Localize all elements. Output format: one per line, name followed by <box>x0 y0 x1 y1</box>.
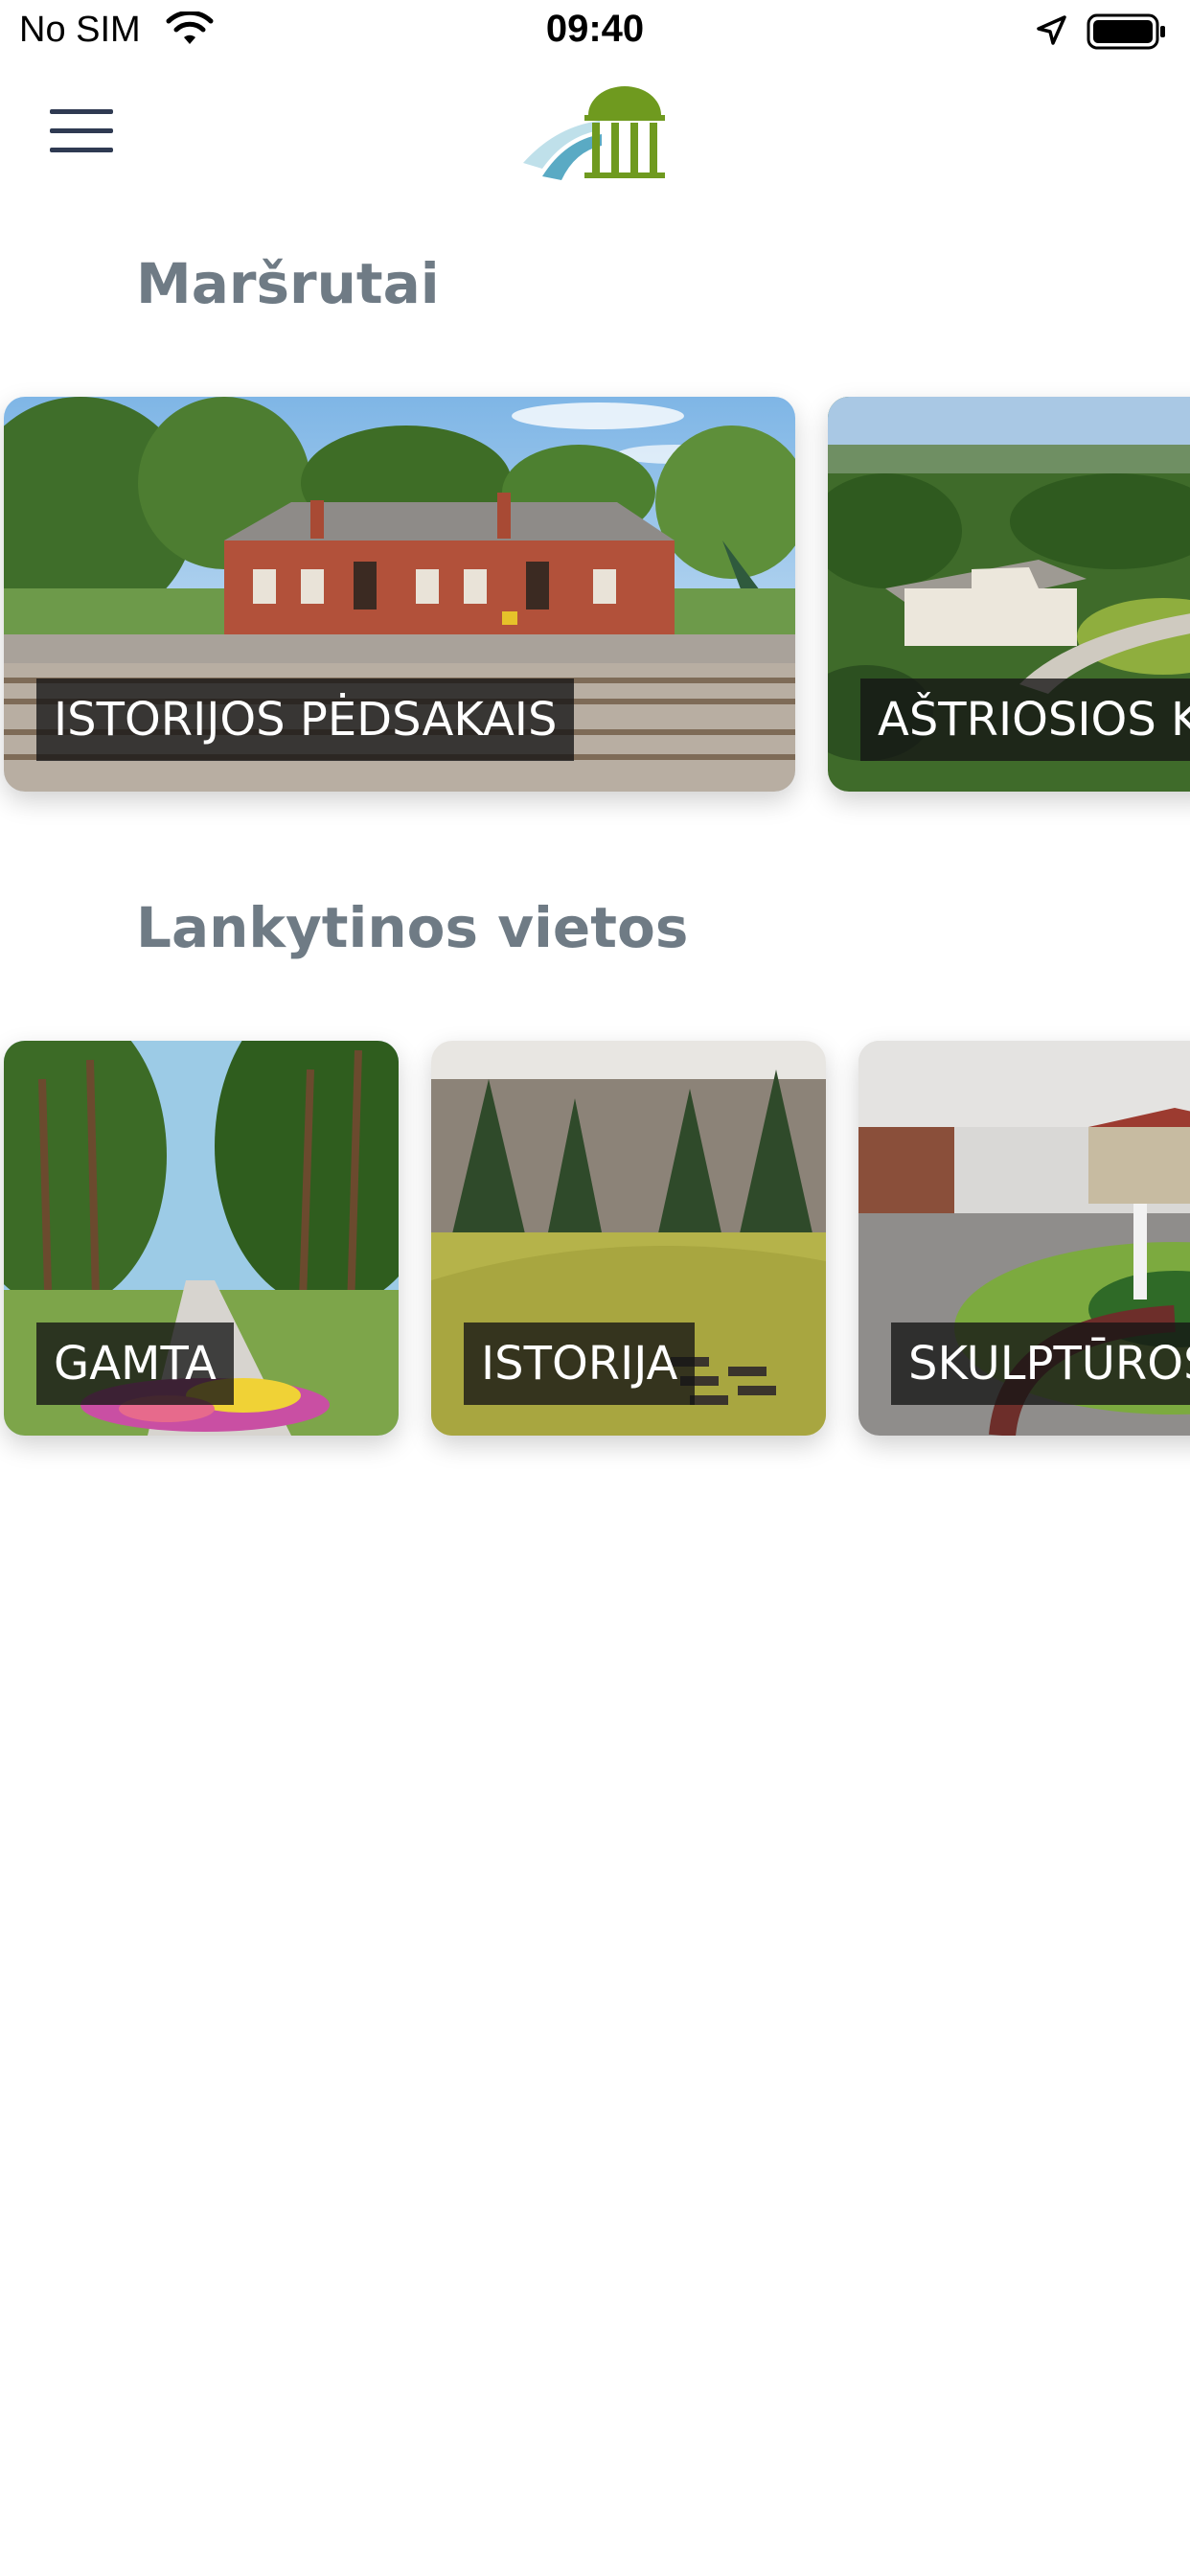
routes-section-title: Maršrutai <box>136 251 440 316</box>
place-card-nature[interactable]: GAMTA <box>4 1041 399 1436</box>
route-card-sharp-corners[interactable]: AŠTRIOSIOS K <box>828 397 1190 792</box>
clock: 09:40 <box>545 8 645 50</box>
place-card-history[interactable]: ISTORIJA <box>431 1041 826 1436</box>
places-section-title: Lankytinos vietos <box>136 895 689 960</box>
card-label: ISTORIJOS PĖDSAKAIS <box>36 678 575 761</box>
battery-icon <box>1087 13 1165 50</box>
card-label: SKULPTŪROS <box>891 1322 1190 1405</box>
menu-button[interactable] <box>46 105 117 159</box>
card-label: AŠTRIOSIOS K <box>860 678 1190 761</box>
status-bar: No SIM 09:40 <box>0 0 1190 63</box>
places-carousel[interactable]: GAMTA ISTORIJA SKULPTŪROS <box>0 1041 1190 1462</box>
location-arrow-icon <box>1037 15 1066 45</box>
card-label: ISTORIJA <box>464 1322 696 1405</box>
rotunda-logo-icon[interactable] <box>517 80 673 182</box>
card-label: GAMTA <box>36 1322 234 1405</box>
routes-carousel[interactable]: ISTORIJOS PĖDSAKAIS AŠTRIOSIOS K <box>0 397 1190 818</box>
route-card-history-traces[interactable]: ISTORIJOS PĖDSAKAIS <box>4 397 795 792</box>
app-screen: No SIM 09:40 Maršrutai ISTORIJOS PĖDSAKA… <box>0 0 1190 2576</box>
place-card-sculptures[interactable]: SKULPTŪROS <box>858 1041 1190 1436</box>
